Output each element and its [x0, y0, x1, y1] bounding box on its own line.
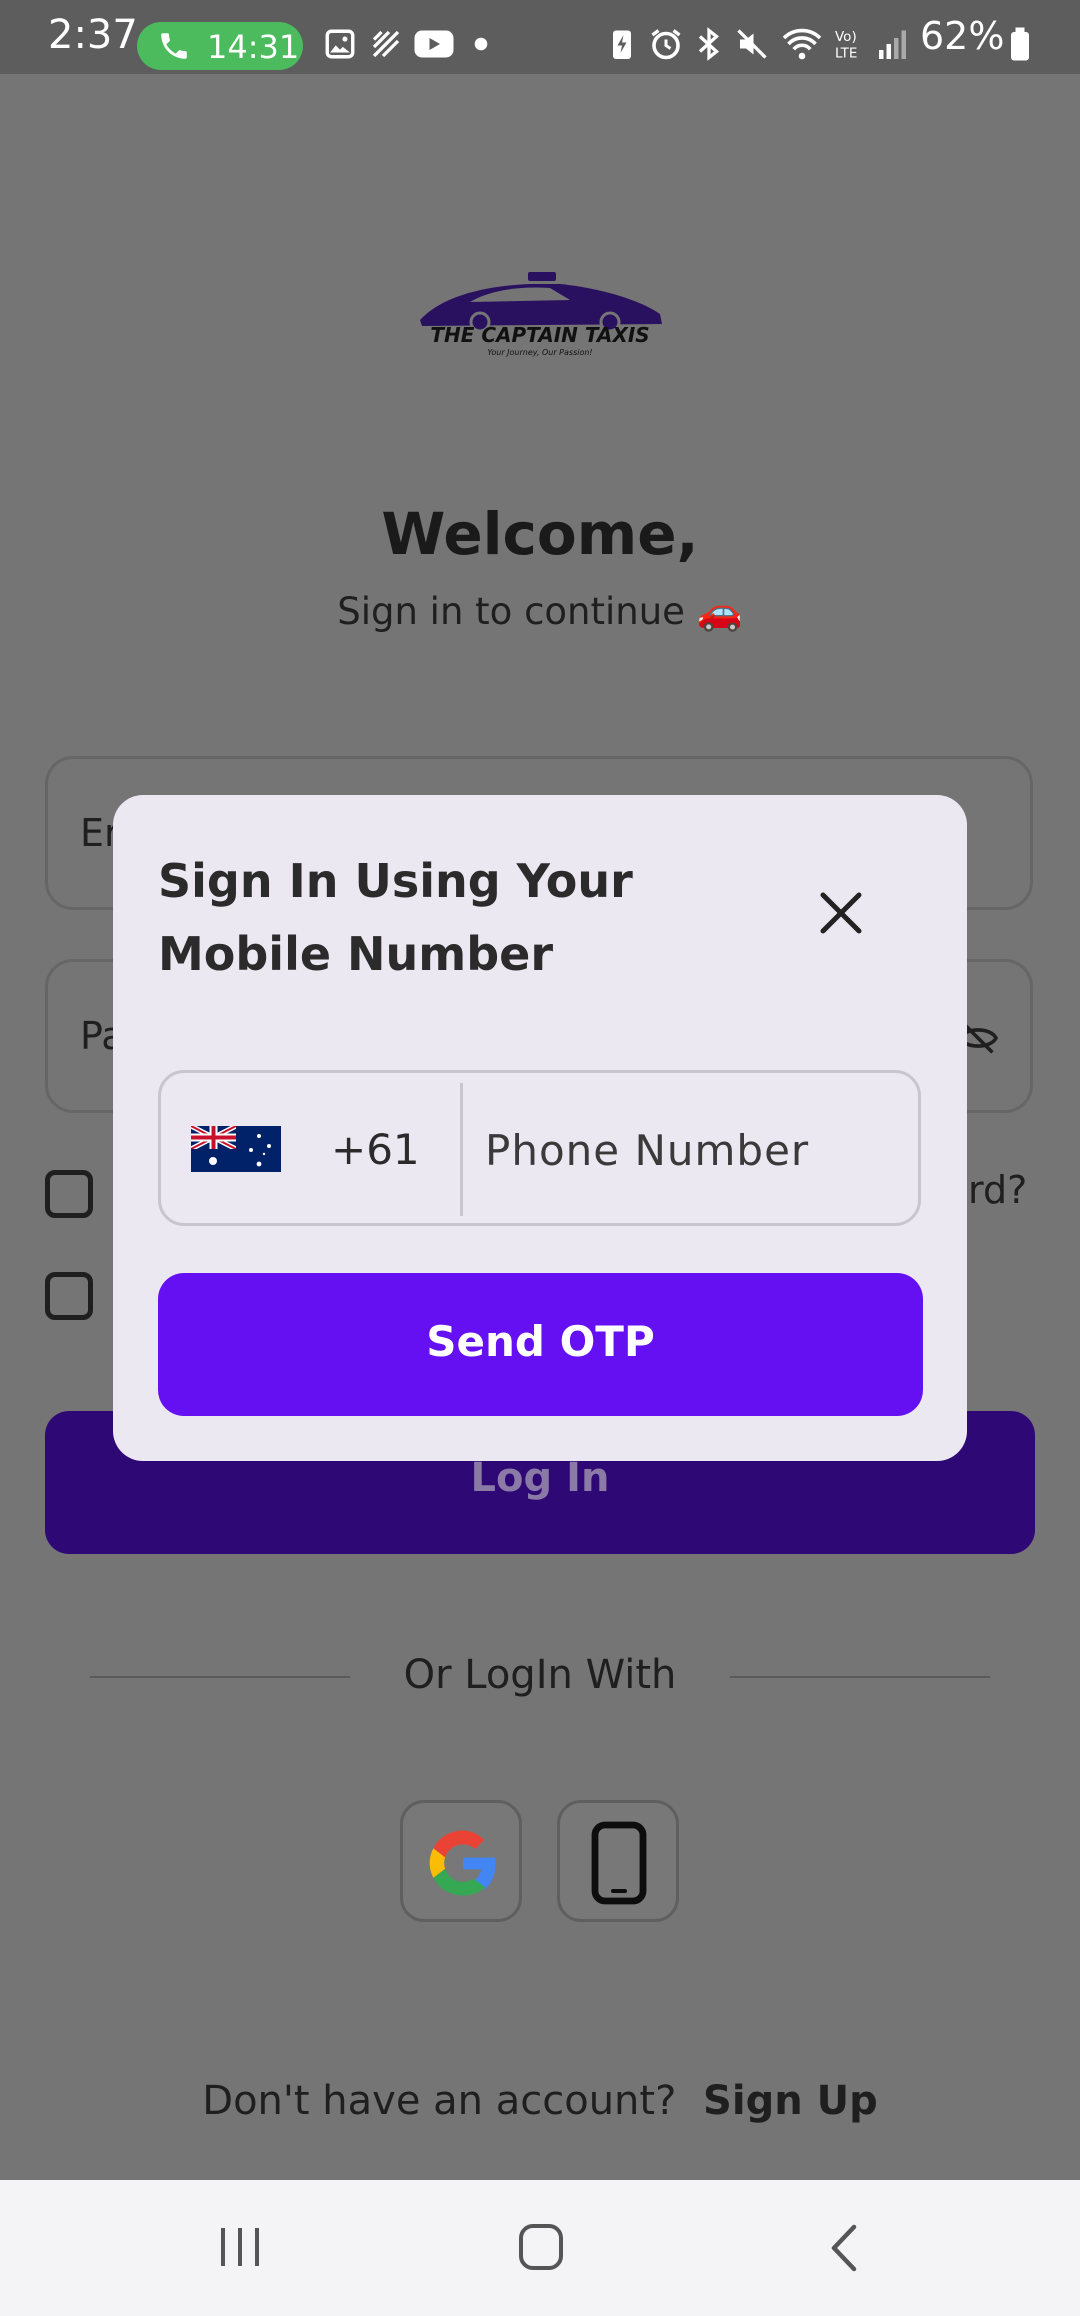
send-otp-button[interactable]: Send OTP	[158, 1273, 923, 1416]
login-button-label: Log In	[470, 1455, 610, 1501]
signup-prompt: Don't have an account?	[202, 2078, 677, 2124]
divider	[90, 1676, 350, 1678]
youtube-icon	[414, 30, 454, 58]
input-separator	[460, 1083, 463, 1216]
logo-tagline: Your Journey, Our Passion!	[487, 348, 592, 357]
divider	[730, 1676, 990, 1678]
cell-signal-icon	[879, 30, 906, 59]
mobile-login-button[interactable]	[557, 1800, 679, 1922]
send-otp-label: Send OTP	[426, 1317, 655, 1366]
mobile-signin-dialog: Sign In Using Your Mobile Number +61 Sen…	[113, 795, 967, 1461]
phone-number-input[interactable]	[483, 1103, 907, 1197]
dot-icon	[474, 37, 488, 51]
signup-row: Don't have an account? Sign Up	[0, 2078, 1080, 2124]
country-dial-code[interactable]: +61	[331, 1125, 420, 1174]
svg-text:LTE: LTE	[835, 46, 857, 62]
mute-icon	[737, 29, 767, 59]
terms-checkbox[interactable]	[45, 1272, 93, 1320]
signup-link[interactable]: Sign Up	[703, 2078, 878, 2124]
dialog-title: Sign In Using Your Mobile Number	[158, 854, 633, 981]
battery-icon	[1011, 27, 1029, 61]
or-login-with-label: Or LogIn With	[403, 1652, 677, 1698]
google-login-button[interactable]	[400, 1800, 522, 1922]
call-duration: 14:31	[207, 28, 300, 66]
remember-me-checkbox[interactable]	[45, 1170, 93, 1218]
system-nav-bar	[0, 2180, 1080, 2316]
signal-activity-icon	[372, 30, 400, 58]
close-icon[interactable]	[813, 885, 869, 941]
captain-taxis-logo: THE CAPTAIN TAXIS Your Journey, Our Pass…	[420, 272, 662, 357]
phone-icon	[161, 33, 187, 59]
logo-text: THE CAPTAIN TAXIS	[430, 323, 649, 347]
google-icon	[429, 1830, 496, 1896]
back-icon[interactable]	[826, 2223, 862, 2273]
battery-percentage: 62%	[920, 14, 1005, 58]
battery-saver-icon	[613, 30, 631, 59]
bluetooth-icon	[698, 27, 720, 61]
status-bar: 2:37 14:31 Vo) LTE 62%	[0, 0, 1080, 74]
status-time: 2:37	[48, 12, 138, 58]
wifi-icon	[782, 28, 822, 60]
welcome-subtitle: Sign in to continue 🚗	[337, 590, 743, 633]
australia-flag-icon[interactable]	[191, 1126, 281, 1172]
volte-icon: Vo)LTE	[835, 29, 857, 62]
phone-number-group: +61	[158, 1070, 921, 1226]
svg-text:Vo): Vo)	[835, 29, 857, 45]
recent-apps-icon[interactable]	[215, 2224, 265, 2270]
alarm-icon	[651, 29, 681, 60]
forgot-password-link[interactable]: rd?	[968, 1168, 1027, 1212]
smartphone-icon	[591, 1821, 647, 1905]
image-icon	[325, 29, 355, 59]
welcome-title: Welcome,	[381, 500, 699, 568]
ongoing-call-pill[interactable]: 14:31	[137, 22, 303, 70]
home-icon[interactable]	[518, 2223, 564, 2271]
